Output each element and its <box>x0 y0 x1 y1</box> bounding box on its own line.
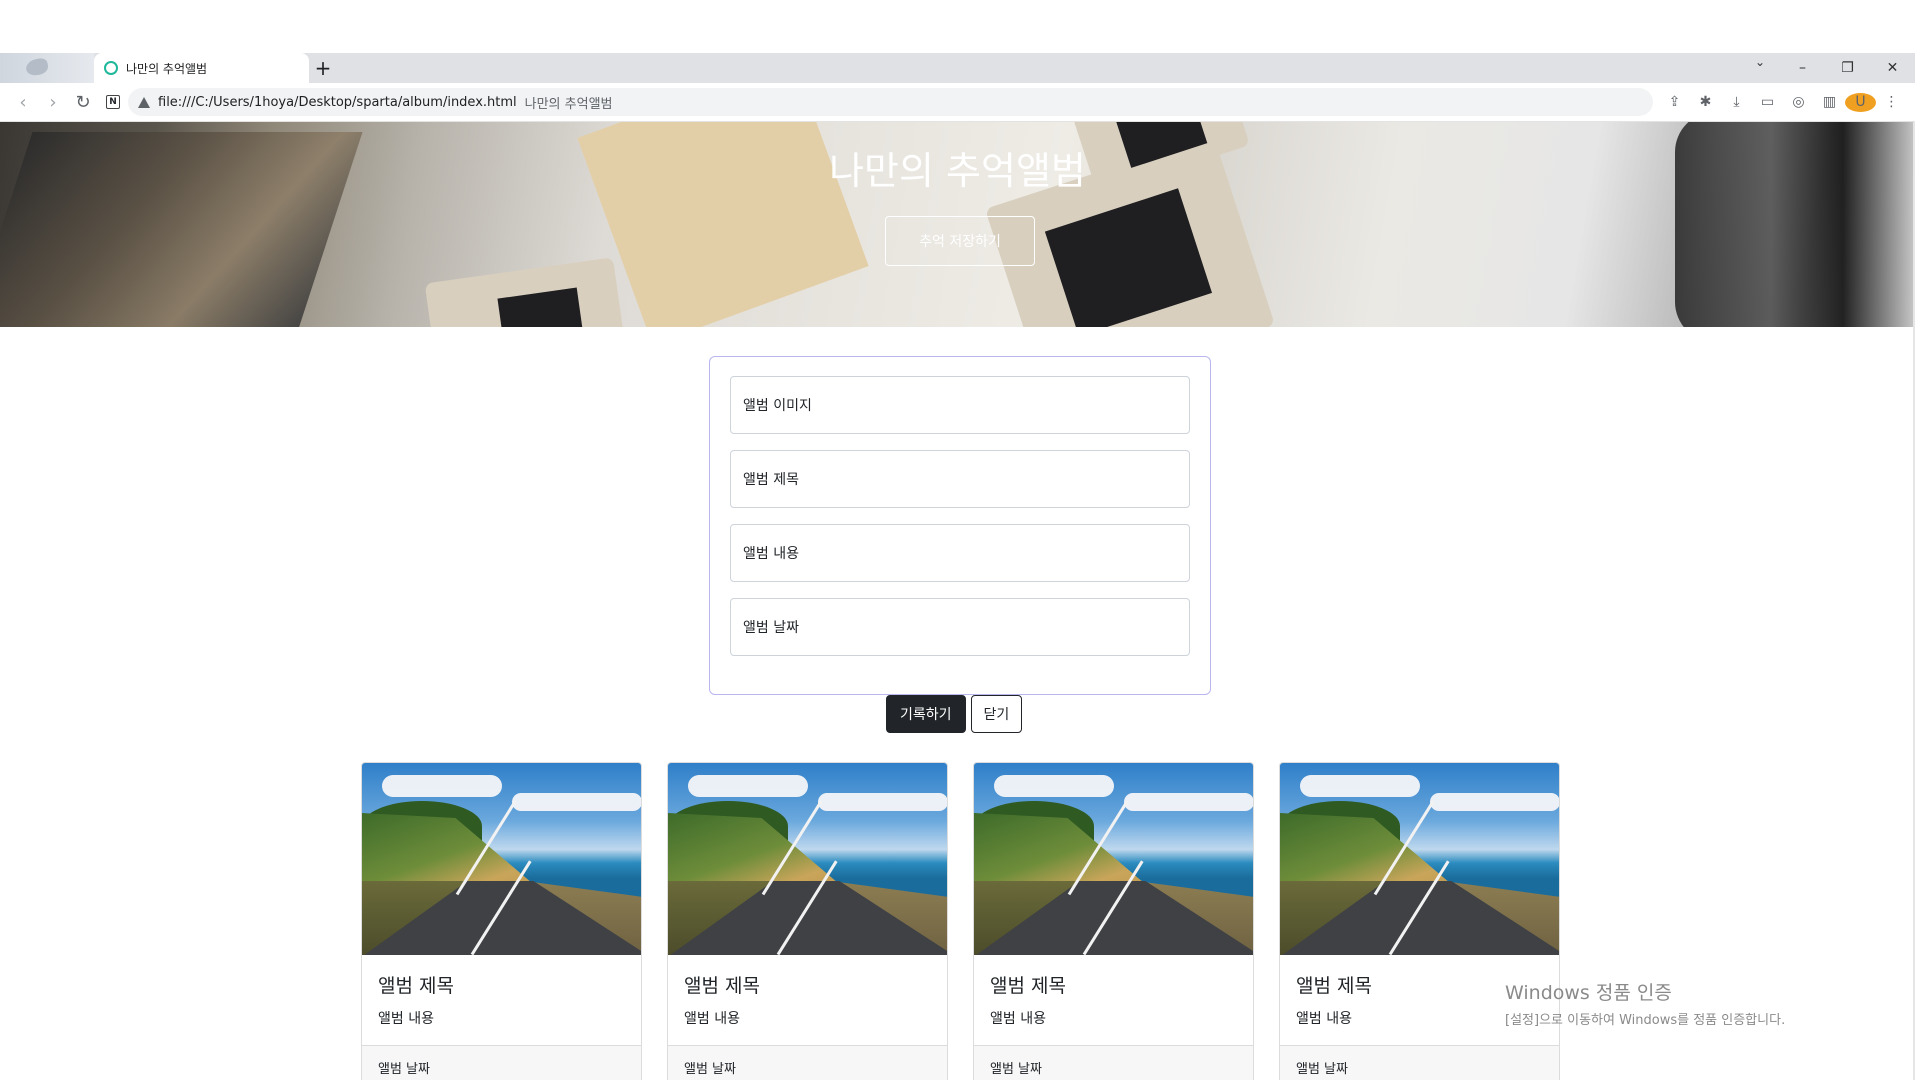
album-card-title: 앨범 제목 <box>990 975 1066 997</box>
album-card-date: 앨범 날짜 <box>974 1045 1253 1080</box>
page-content: 나만의 추억앨범 추억 저장하기 앨범 이미지 앨범 제목 앨범 내용 앨범 날… <box>0 122 1915 1080</box>
forward-icon[interactable]: › <box>38 87 68 117</box>
album-image-label: 앨범 이미지 <box>743 398 812 414</box>
sidebar-icon[interactable]: ▥ <box>1814 94 1845 110</box>
download-icon[interactable]: ⤓ <box>1721 94 1752 110</box>
tab-title: 나만의 추억앨범 <box>126 61 208 76</box>
album-card-image <box>974 763 1253 955</box>
menu-icon[interactable]: ⋮ <box>1876 94 1907 110</box>
album-title-label: 앨범 제목 <box>743 472 799 488</box>
album-card-body: 앨범 제목 앨범 내용 <box>974 955 1253 1045</box>
media-icon[interactable]: ▭ <box>1752 94 1783 110</box>
album-card[interactable]: 앨범 제목 앨범 내용 앨범 날짜 <box>973 762 1254 1080</box>
album-image-field[interactable]: 앨범 이미지 <box>730 376 1190 434</box>
not-secure-icon[interactable] <box>138 96 150 108</box>
form-actions: 기록하기 닫기 <box>886 695 1023 733</box>
window-controls: ⌄ – ❐ ✕ <box>1755 53 1915 83</box>
new-tab-button[interactable]: + <box>309 53 337 83</box>
album-card[interactable]: 앨범 제목 앨범 내용 앨범 날짜 <box>667 762 948 1080</box>
album-card-body: 앨범 제목 앨범 내용 <box>668 955 947 1045</box>
close-window-button[interactable]: ✕ <box>1870 60 1915 76</box>
tab-active[interactable]: 나만의 추억앨범 <box>94 53 309 83</box>
share-icon[interactable]: ⇪ <box>1659 94 1690 110</box>
address-bar[interactable]: file:///C:/Users/1hoya/Desktop/sparta/al… <box>128 88 1653 116</box>
windows-activation-watermark: Windows 정품 인증 [설정]으로 이동하여 Windows를 정품 인증… <box>1505 978 1785 1028</box>
album-title-field[interactable]: 앨범 제목 <box>730 450 1190 508</box>
tab-strip: 나만의 추억앨범 + ⌄ – ❐ ✕ <box>0 53 1915 83</box>
album-card-body: 앨범 제목 앨범 내용 <box>362 955 641 1045</box>
page-favicon-icon <box>104 61 118 75</box>
url-text: file:///C:/Users/1hoya/Desktop/sparta/al… <box>158 94 517 110</box>
profile-avatar[interactable]: U <box>1845 92 1876 112</box>
bird-icon <box>24 57 50 77</box>
extensions-icon[interactable]: ✱ <box>1690 94 1721 110</box>
inactive-tab[interactable] <box>0 53 94 83</box>
album-card-title: 앨범 제목 <box>684 975 760 997</box>
record-button[interactable]: 기록하기 <box>886 695 966 733</box>
notion-icon[interactable]: N <box>106 95 120 109</box>
album-card-date: 앨범 날짜 <box>362 1045 641 1080</box>
browser-toolbar: ‹ › ↻ N file:///C:/Users/1hoya/Desktop/s… <box>0 83 1915 122</box>
watermark-line1: Windows 정품 인증 <box>1505 982 1672 1004</box>
album-card-title: 앨범 제목 <box>378 975 454 997</box>
hero-slide-image <box>424 257 626 327</box>
album-card-date: 앨범 날짜 <box>1280 1045 1559 1080</box>
save-memory-button[interactable]: 추억 저장하기 <box>885 216 1035 266</box>
hero-banner: 나만의 추억앨범 추억 저장하기 <box>0 122 1915 327</box>
restore-button[interactable]: ❐ <box>1825 60 1870 76</box>
album-card-image <box>668 763 947 955</box>
minimize-button[interactable]: – <box>1780 60 1825 76</box>
profile-initial: U <box>1845 92 1876 112</box>
url-page-title: 나만의 추억앨범 <box>524 96 613 112</box>
album-card[interactable]: 앨범 제목 앨범 내용 앨범 날짜 <box>1279 762 1560 1080</box>
top-gap <box>0 0 1915 53</box>
toolbar-right: ⇪ ✱ ⤓ ▭ ◎ ▥ U ⋮ <box>1659 92 1907 112</box>
page-title: 나만의 추억앨범 <box>829 149 1086 193</box>
album-date-field[interactable]: 앨범 날짜 <box>730 598 1190 656</box>
album-card-grid: 앨범 제목 앨범 내용 앨범 날짜 앨범 제목 앨범 내용 앨범 날짜 앨범 제… <box>361 762 1560 1080</box>
album-content-field[interactable]: 앨범 내용 <box>730 524 1190 582</box>
album-card-text: 앨범 내용 <box>378 1011 434 1027</box>
album-card-image <box>1280 763 1559 955</box>
album-date-label: 앨범 날짜 <box>743 620 799 636</box>
album-card[interactable]: 앨범 제목 앨범 내용 앨범 날짜 <box>361 762 642 1080</box>
tab-search-icon[interactable]: ⌄ <box>1750 55 1770 69</box>
reload-icon[interactable]: ↻ <box>68 87 98 117</box>
album-form: 앨범 이미지 앨범 제목 앨범 내용 앨범 날짜 <box>709 356 1211 695</box>
album-card-date: 앨범 날짜 <box>668 1045 947 1080</box>
album-content-label: 앨범 내용 <box>743 546 799 562</box>
album-card-text: 앨범 내용 <box>990 1011 1046 1027</box>
close-button[interactable]: 닫기 <box>970 695 1023 733</box>
watermark-line2: [설정]으로 이동하여 Windows를 정품 인증합니다. <box>1505 1013 1786 1028</box>
album-card-image <box>362 763 641 955</box>
album-card-text: 앨범 내용 <box>684 1011 740 1027</box>
back-icon[interactable]: ‹ <box>8 87 38 117</box>
screenshot-icon[interactable]: ◎ <box>1783 94 1814 110</box>
